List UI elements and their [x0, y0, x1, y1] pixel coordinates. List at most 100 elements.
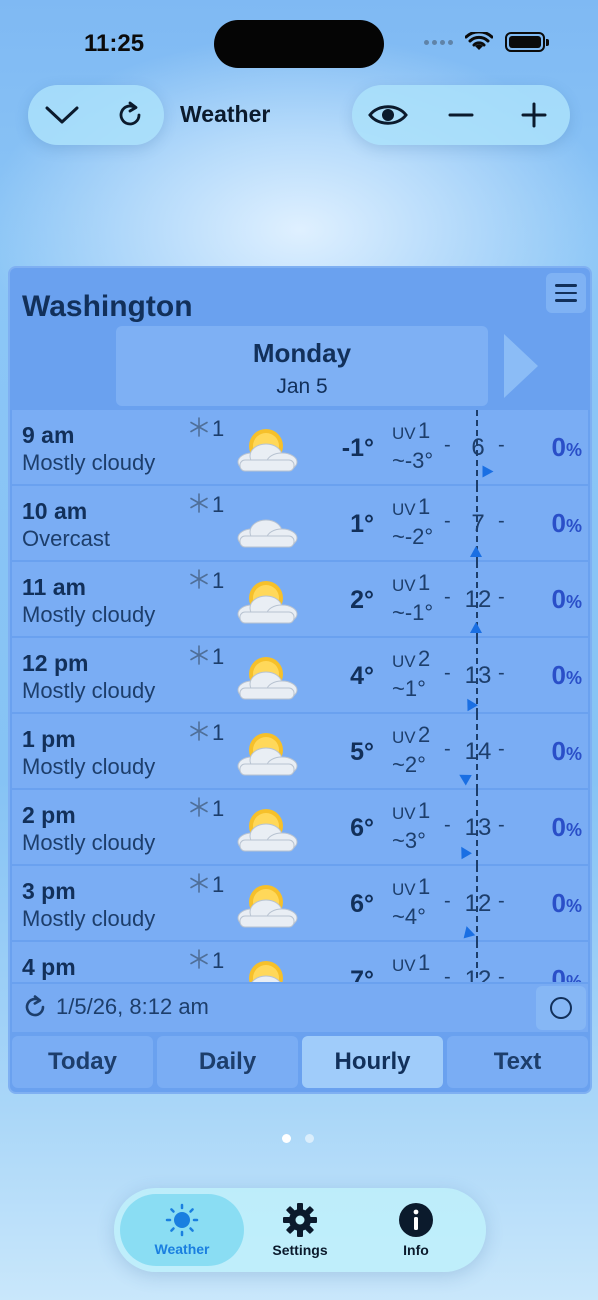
- feels-like: ~4°: [392, 904, 426, 929]
- snow-value: 1: [212, 568, 225, 593]
- feels-like: ~2°: [392, 752, 426, 777]
- separator-dash: -: [498, 966, 505, 982]
- uv-value: 1: [418, 570, 431, 595]
- precip-chance: 0%: [551, 508, 582, 538]
- precip-chance: 0%: [551, 812, 582, 842]
- snowflake-icon: [190, 797, 208, 817]
- tab-hourly[interactable]: Hourly: [302, 1036, 443, 1088]
- row-temperature: 6°: [350, 890, 374, 918]
- table-row[interactable]: 12 pm Mostly cloudy 1 4° UV 2 ~1° -13-0%: [12, 638, 588, 714]
- table-row[interactable]: 2 pm Mostly cloudy 1 6° UV 1 ~3° -13-0%: [12, 790, 588, 866]
- snow-value: 1: [212, 492, 225, 517]
- wind-speed: 12: [464, 890, 492, 917]
- dynamic-island: [214, 20, 384, 68]
- tab-daily[interactable]: Daily: [157, 1036, 298, 1088]
- table-row[interactable]: 3 pm Mostly cloudy 1 6° UV 1 ~4° -12-0%: [12, 866, 588, 942]
- uv-value: 2: [418, 646, 431, 671]
- visibility-button[interactable]: [368, 95, 409, 135]
- feels-like: ~-1°: [392, 600, 434, 625]
- location-button[interactable]: [536, 986, 586, 1030]
- tab-text[interactable]: Text: [447, 1036, 588, 1088]
- partly-cloudy-icon: [237, 581, 298, 624]
- feels-like: ~4°: [392, 980, 426, 982]
- table-row[interactable]: 9 am Mostly cloudy 1 -1° UV 1 ~-3° -6-0%: [12, 410, 588, 486]
- hourly-list[interactable]: 9 am Mostly cloudy 1 -1° UV 1 ~-3° -6-0% 10 am Ov…: [12, 410, 588, 982]
- uv-label: UV: [392, 728, 416, 747]
- wind-speed: 13: [464, 662, 492, 689]
- feels-like: ~-3°: [392, 448, 434, 473]
- zoom-in-button[interactable]: [514, 95, 554, 135]
- precip-chance: 0%: [551, 888, 582, 918]
- refresh-icon[interactable]: [22, 994, 48, 1020]
- row-condition: Mostly cloudy: [22, 830, 156, 855]
- feels-like: ~3°: [392, 828, 426, 853]
- nav-settings[interactable]: Settings: [238, 1194, 362, 1266]
- uv-label: UV: [392, 880, 416, 899]
- partly-cloudy-icon: [237, 809, 298, 852]
- table-row[interactable]: 10 am Overcast 1 1° UV 1 ~-2° -7-0%: [12, 486, 588, 562]
- cloud-icon: [237, 519, 298, 548]
- snow-value: 1: [212, 644, 225, 669]
- snow-value: 1: [212, 872, 225, 897]
- row-condition: Mostly cloudy: [22, 906, 156, 931]
- zoom-out-button[interactable]: [441, 95, 481, 135]
- separator-dash: -: [498, 662, 505, 684]
- wind-direction-icon: [456, 769, 472, 786]
- table-row[interactable]: 1 pm Mostly cloudy 1 5° UV 2 ~2° -14-0%: [12, 714, 588, 790]
- eye-icon: [368, 105, 409, 125]
- uv-value: 1: [418, 494, 431, 519]
- collapse-button[interactable]: [42, 95, 82, 135]
- top-left-controls: [28, 85, 164, 145]
- day-selector[interactable]: Monday Jan 5: [116, 326, 488, 406]
- separator-dash: -: [498, 890, 505, 912]
- precip-chance: 0%: [551, 964, 582, 982]
- minus-icon: [448, 113, 474, 117]
- app-title: Weather: [180, 101, 271, 127]
- snowflake-icon: [190, 645, 208, 665]
- day-date: Jan 5: [276, 375, 328, 398]
- circle-icon: [550, 997, 572, 1019]
- separator-dash: -: [444, 510, 451, 532]
- feels-like: ~-2°: [392, 524, 434, 549]
- nav-info-label: Info: [403, 1242, 429, 1258]
- snowflake-icon: [190, 949, 208, 969]
- gear-icon: [283, 1203, 317, 1237]
- row-temperature: 7°: [350, 966, 374, 982]
- row-condition: Mostly cloudy: [22, 678, 156, 703]
- next-day-arrow-icon[interactable]: [504, 334, 538, 398]
- snow-value: 1: [212, 416, 225, 441]
- nav-info[interactable]: Info: [354, 1194, 478, 1266]
- table-row[interactable]: 11 am Mostly cloudy 1 2° UV 1 ~-1° -12-0%: [12, 562, 588, 638]
- battery-icon: [505, 32, 549, 52]
- wind-direction-icon: [470, 622, 482, 633]
- wind-direction-icon: [470, 546, 482, 557]
- separator-dash: -: [498, 738, 505, 760]
- page-indicator[interactable]: [282, 1134, 314, 1143]
- separator-dash: -: [498, 814, 505, 836]
- uv-label: UV: [392, 804, 416, 823]
- tab-today[interactable]: Today: [12, 1036, 153, 1088]
- row-condition: Mostly cloudy: [22, 602, 156, 627]
- separator-dash: -: [444, 662, 451, 684]
- menu-button[interactable]: [546, 273, 586, 313]
- wind-direction-icon: [456, 843, 472, 860]
- separator-dash: -: [444, 434, 451, 456]
- snowflake-icon: [190, 721, 208, 741]
- precip-chance: 0%: [551, 432, 582, 462]
- city-name: Washington: [22, 290, 193, 323]
- update-bar: 1/5/26, 8:12 am: [12, 984, 588, 1032]
- separator-dash: -: [444, 814, 451, 836]
- row-temperature: -1°: [341, 434, 374, 462]
- top-right-controls: [352, 85, 570, 145]
- partly-cloudy-icon: [249, 961, 283, 982]
- refresh-button[interactable]: [110, 95, 150, 135]
- last-updated: 1/5/26, 8:12 am: [56, 994, 209, 1019]
- status-icons: [424, 32, 549, 52]
- partly-cloudy-icon: [237, 429, 298, 472]
- row-condition: Mostly cloudy: [22, 754, 156, 779]
- nav-weather[interactable]: Weather: [120, 1194, 244, 1266]
- separator-dash: -: [498, 586, 505, 608]
- wind-speed: 7: [471, 510, 485, 537]
- partly-cloudy-icon: [237, 885, 298, 928]
- table-row[interactable]: 4 pmMostly cloudy17°UV1~4°-12-0%: [12, 942, 588, 982]
